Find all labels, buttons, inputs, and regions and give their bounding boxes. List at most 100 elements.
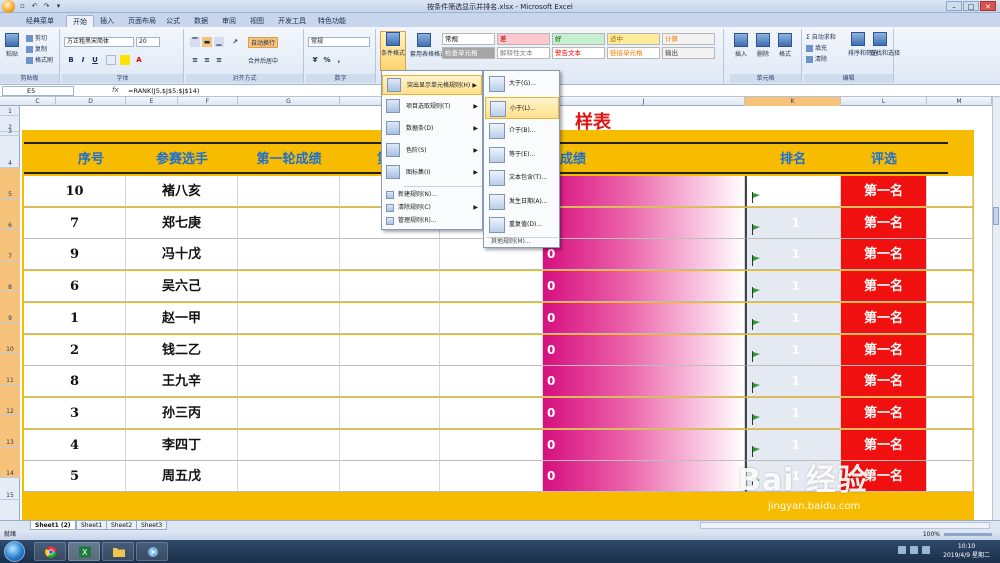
column-header-f[interactable]: F bbox=[178, 97, 238, 106]
row-header-13[interactable]: 13 bbox=[0, 416, 20, 447]
cell-eval[interactable]: 第一名 bbox=[841, 176, 927, 207]
cell-blank[interactable] bbox=[440, 461, 543, 493]
align-left-icon[interactable]: ≡ bbox=[190, 55, 200, 65]
align-center-icon[interactable]: ≡ bbox=[202, 55, 212, 65]
cell-m[interactable] bbox=[927, 334, 973, 366]
network-icon[interactable] bbox=[898, 546, 906, 554]
cf-menu-item-1[interactable]: 项目选取规则(T) ▶ bbox=[382, 97, 482, 117]
clear-button[interactable]: 清除 bbox=[806, 54, 827, 63]
tab-review[interactable]: 审阅 bbox=[216, 15, 242, 27]
cf-menu-item-0[interactable]: 突出显示单元格规则(H) ▶ bbox=[382, 75, 482, 95]
row-header-5[interactable]: 5 bbox=[0, 168, 20, 199]
cell-blank[interactable] bbox=[440, 397, 543, 429]
percent-icon[interactable]: % bbox=[322, 55, 332, 65]
vertical-scrollbar[interactable] bbox=[992, 97, 1000, 520]
column-header-d[interactable]: D bbox=[56, 97, 126, 106]
task-excel[interactable]: X bbox=[68, 542, 100, 561]
cell-rank[interactable]: 1 bbox=[745, 239, 841, 271]
cell-m[interactable] bbox=[927, 239, 973, 271]
paste-button[interactable]: 粘贴 bbox=[4, 33, 20, 58]
maximize-button[interactable]: □ bbox=[963, 1, 979, 11]
cell-round1[interactable] bbox=[238, 302, 340, 334]
cell-blank[interactable] bbox=[440, 302, 543, 334]
row-header-12[interactable]: 12 bbox=[0, 385, 20, 416]
tab-insert[interactable]: 插入 bbox=[94, 15, 120, 27]
sheet-tab-sheet1-2[interactable]: Sheet1 (2) bbox=[30, 521, 76, 530]
task-media[interactable] bbox=[136, 542, 168, 561]
manage-rules-item[interactable]: 管理规则(R)... bbox=[382, 215, 482, 227]
cell-total[interactable] bbox=[543, 207, 745, 239]
submenu-item-1[interactable]: 小于(L)... bbox=[485, 96, 559, 119]
cell-style-2[interactable]: 好 bbox=[552, 33, 605, 45]
cell-m[interactable] bbox=[927, 397, 973, 429]
cf-menu-item-4[interactable]: 图标集(I) ▶ bbox=[382, 163, 482, 183]
submenu-item-6[interactable]: 重复值(D)... bbox=[485, 214, 559, 236]
cell-m[interactable] bbox=[927, 176, 973, 207]
cell-round1[interactable] bbox=[238, 461, 340, 493]
cell-player[interactable]: 王九辛 bbox=[126, 366, 238, 398]
column-header-g[interactable]: G bbox=[238, 97, 340, 106]
task-explorer[interactable] bbox=[102, 542, 134, 561]
align-middle-icon[interactable]: ▬ bbox=[202, 37, 212, 47]
cell-blank[interactable] bbox=[440, 366, 543, 398]
cell-round2[interactable] bbox=[340, 334, 440, 366]
cell-round2[interactable] bbox=[340, 366, 440, 398]
autosum-button[interactable]: Σ 自动求和 bbox=[806, 32, 836, 41]
zoom-slider[interactable] bbox=[944, 533, 992, 536]
cell-no[interactable]: 9 bbox=[24, 239, 126, 271]
align-top-icon[interactable]: ▔ bbox=[190, 37, 200, 47]
insert-cells-button[interactable]: 插入 bbox=[734, 33, 748, 58]
tab-page-layout[interactable]: 页面布局 bbox=[122, 15, 162, 27]
column-header-l[interactable]: L bbox=[841, 97, 927, 106]
cell-player[interactable]: 褚八亥 bbox=[126, 176, 238, 207]
copy-button[interactable]: 复制 bbox=[26, 44, 47, 53]
cell-blank[interactable] bbox=[440, 271, 543, 303]
cell-rank[interactable]: 1 bbox=[745, 334, 841, 366]
scroll-thumb[interactable] bbox=[993, 207, 999, 225]
more-rules-item[interactable]: 其他规则(M)... bbox=[485, 236, 559, 248]
cell-round2[interactable] bbox=[340, 429, 440, 461]
cell-m[interactable] bbox=[927, 302, 973, 334]
cell-eval[interactable]: 第一名 bbox=[841, 239, 927, 271]
cell-style-6[interactable]: 解释性文本 bbox=[497, 47, 550, 59]
submenu-item-3[interactable]: 等于(E)... bbox=[485, 144, 559, 166]
cell-rank[interactable] bbox=[745, 176, 841, 207]
row-header-4[interactable]: 4 bbox=[0, 136, 20, 168]
cell-no[interactable]: 3 bbox=[24, 397, 126, 429]
underline-button[interactable]: U bbox=[90, 55, 100, 65]
cell-eval[interactable]: 第一名 bbox=[841, 366, 927, 398]
row-header-14[interactable]: 14 bbox=[0, 447, 20, 478]
name-box[interactable]: E5 bbox=[2, 86, 74, 96]
cell-m[interactable] bbox=[927, 271, 973, 303]
cell-round1[interactable] bbox=[238, 271, 340, 303]
tab-classic-menu[interactable]: 经典菜单 bbox=[20, 15, 60, 27]
fill-button[interactable]: 填充 bbox=[806, 43, 827, 52]
orientation-icon[interactable]: ↗ bbox=[230, 37, 240, 47]
cut-button[interactable]: 剪切 bbox=[26, 33, 47, 42]
cell-eval[interactable]: 第一名 bbox=[841, 397, 927, 429]
cell-total[interactable] bbox=[543, 176, 745, 207]
cell-no[interactable]: 4 bbox=[24, 429, 126, 461]
column-header-m[interactable]: M bbox=[927, 97, 992, 106]
clock[interactable]: 10:10 2019/4/9 星期二 bbox=[943, 542, 990, 560]
row-header-8[interactable]: 8 bbox=[0, 261, 20, 292]
comma-icon[interactable]: , bbox=[334, 55, 344, 65]
column-header-j[interactable]: J bbox=[543, 97, 745, 106]
submenu-item-2[interactable]: 介于(B)... bbox=[485, 120, 559, 142]
row-header-6[interactable]: 6 bbox=[0, 199, 20, 230]
volume-icon[interactable] bbox=[910, 546, 918, 554]
cell-style-4[interactable]: 计算 bbox=[662, 33, 715, 45]
wrap-text-button[interactable]: 自动换行 bbox=[248, 37, 279, 48]
cf-menu-item-3[interactable]: 色阶(S) ▶ bbox=[382, 141, 482, 161]
cell-round2[interactable] bbox=[340, 397, 440, 429]
column-header-c[interactable]: C bbox=[20, 97, 56, 106]
cell-total[interactable]: 0 bbox=[543, 302, 745, 334]
bold-button[interactable]: B bbox=[66, 55, 76, 65]
tab-developer[interactable]: 开发工具 bbox=[272, 15, 312, 27]
format-cells-button[interactable]: 格式 bbox=[778, 33, 792, 58]
table-format-button[interactable]: 套用表格格式 bbox=[410, 33, 446, 58]
sheet-tab-sheet1[interactable]: Sheet1 bbox=[76, 521, 108, 530]
cell-style-1[interactable]: 差 bbox=[497, 33, 550, 45]
cell-player[interactable]: 吴六己 bbox=[126, 271, 238, 303]
tab-home[interactable]: 开始 bbox=[66, 15, 94, 27]
